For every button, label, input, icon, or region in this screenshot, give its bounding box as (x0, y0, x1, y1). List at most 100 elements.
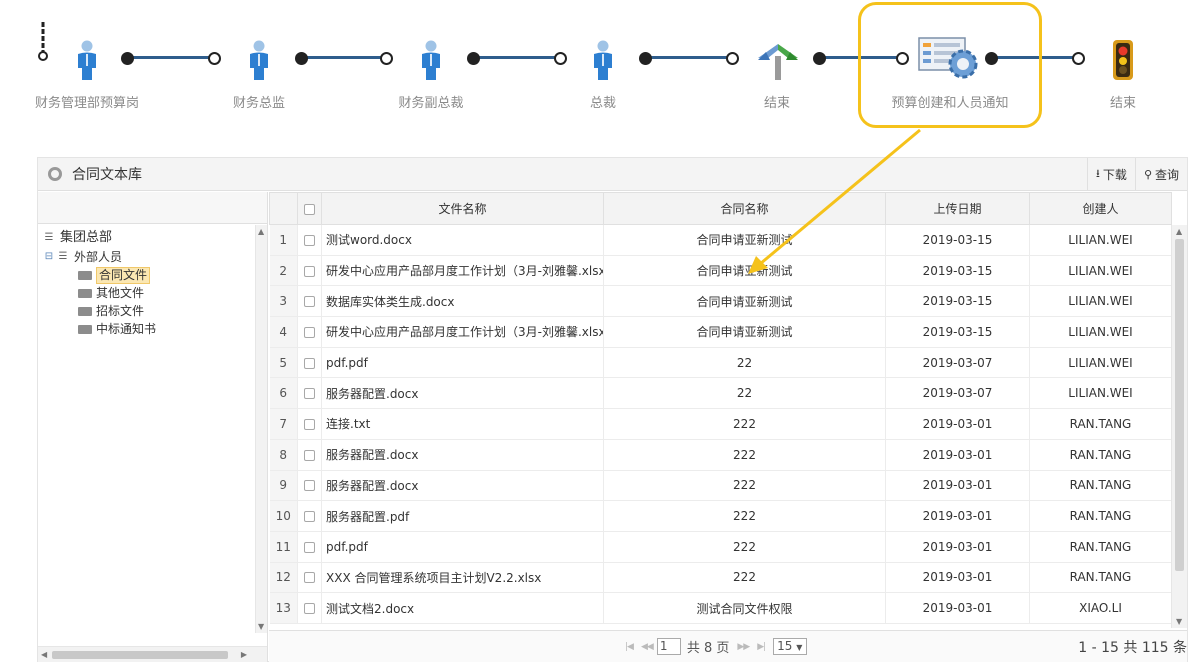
upload-date-cell: 2019-03-15 (885, 224, 1030, 256)
upload-date-cell: 2019-03-01 (885, 531, 1030, 563)
table-row[interactable]: 11 pdf.pdf 222 2019-03-01 RAN.TANG (269, 531, 1172, 563)
file-name-cell[interactable]: 测试word.docx (321, 224, 604, 256)
row-checkbox[interactable] (304, 541, 315, 553)
file-name-cell[interactable]: 服务器配置.pdf (321, 500, 604, 532)
scroll-down-icon[interactable]: ▼ (1176, 617, 1182, 626)
file-name-cell[interactable]: pdf.pdf (321, 347, 604, 379)
table-row[interactable]: 4 研发中心应用产品部月度工作计划（3月-刘雅馨.xlsx 合同申请亚新测试 2019… (269, 316, 1172, 348)
row-checkbox[interactable] (304, 234, 315, 246)
tree-node-label: 集团总部 (60, 230, 113, 245)
workflow-step-end[interactable]: 结束 (1038, 18, 1200, 111)
table-row[interactable]: 1 测试word.docx 合同申请亚新测试 2019-03-15 LILIAN.WEI (269, 224, 1172, 256)
file-name-cell[interactable]: 数据库实体类生成.docx (321, 285, 604, 318)
tree-node-external[interactable]: ⊟ ☰ 外部人员 (42, 248, 267, 266)
query-button[interactable]: ⚲ 查询 (1134, 158, 1187, 190)
row-checkbox[interactable] (304, 357, 315, 369)
row-checkbox[interactable] (304, 449, 315, 461)
creator-cell: LILIAN.WEI (1029, 377, 1172, 410)
file-name-cell[interactable]: XXX 合同管理系统项目主计划V2.2.xlsx (321, 562, 604, 594)
scroll-right-icon[interactable]: ▶ (241, 650, 247, 659)
scroll-thumb[interactable] (1175, 239, 1184, 571)
total-pages-text: 共 8 页 (686, 641, 730, 656)
row-checkbox-cell (297, 408, 322, 440)
tree-vertical-scrollbar[interactable]: ▲ ▼ (255, 225, 267, 633)
file-name-cell[interactable]: 研发中心应用产品部月度工作计划（3月-刘雅馨.xlsx (321, 316, 604, 348)
select-all-checkbox[interactable] (304, 203, 315, 215)
table-row[interactable]: 12 XXX 合同管理系统项目主计划V2.2.xlsx 222 2019-03-01 R… (269, 562, 1172, 594)
row-checkbox-cell (297, 531, 322, 563)
row-checkbox[interactable] (304, 388, 315, 400)
tree-folder-bid-files[interactable]: 招标文件 (42, 302, 267, 320)
tree-folder-contract-files[interactable]: 合同文件 (42, 266, 267, 284)
file-name-cell[interactable]: 服务器配置.docx (321, 439, 604, 471)
last-page-button[interactable]: ▶| (757, 642, 766, 652)
workflow-step-end-branch[interactable]: 结束 (692, 18, 862, 111)
row-number: 9 (269, 470, 298, 502)
file-name-cell[interactable]: 研发中心应用产品部月度工作计划（3月-刘雅馨.xlsx (321, 255, 604, 287)
contract-name-cell: 合同申请亚新测试 (603, 255, 886, 287)
download-button[interactable]: ⭳ 下载 (1087, 158, 1135, 190)
prev-page-button[interactable]: ◀◀ (641, 642, 654, 652)
table-row[interactable]: 5 pdf.pdf 22 2019-03-07 LILIAN.WEI (269, 347, 1172, 379)
row-checkbox-cell (297, 285, 322, 318)
row-checkbox-cell (297, 470, 322, 502)
creator-cell: RAN.TANG (1029, 531, 1172, 563)
scroll-thumb[interactable] (52, 651, 228, 659)
scroll-down-icon[interactable]: ▼ (258, 622, 264, 631)
row-checkbox[interactable] (304, 572, 315, 584)
tree-folder-label: 中标通知书 (96, 322, 157, 336)
workflow-step-finance-vp[interactable]: 财务副总裁 (346, 18, 516, 111)
contract-name-cell: 222 (603, 439, 886, 471)
tree-folder-award-notices[interactable]: 中标通知书 (42, 320, 267, 338)
tree-folder-other-files[interactable]: 其他文件 (42, 284, 267, 302)
workflow-step-budget-post[interactable]: 财务管理部预算岗 (2, 18, 172, 111)
workflow-step-finance-director[interactable]: 财务总监 (174, 18, 344, 111)
row-checkbox[interactable] (304, 511, 315, 523)
grid-vertical-scrollbar[interactable]: ▲ ▼ (1171, 225, 1187, 628)
scroll-up-icon[interactable]: ▲ (258, 227, 264, 236)
scroll-left-icon[interactable]: ◀ (41, 650, 47, 659)
file-name-cell[interactable]: 服务器配置.docx (321, 470, 604, 502)
next-page-button[interactable]: ▶▶ (737, 642, 750, 652)
table-row[interactable]: 10 服务器配置.pdf 222 2019-03-01 RAN.TANG (269, 500, 1172, 532)
first-page-button[interactable]: |◀ (625, 642, 634, 652)
column-header-creator[interactable]: 创建人 (1029, 192, 1172, 225)
file-name-cell[interactable]: 服务器配置.docx (321, 377, 604, 410)
column-header-file-name[interactable]: 文件名称 (321, 192, 604, 225)
row-number: 13 (269, 592, 298, 624)
column-header-upload-date[interactable]: 上传日期 (885, 192, 1030, 225)
row-checkbox[interactable] (304, 603, 315, 615)
row-checkbox[interactable] (304, 265, 315, 277)
workflow-diagram: 财务管理部预算岗 财务总监 财务副总裁 总裁 结束 预算创建和人员通知 结束 (0, 0, 1200, 135)
tree-folder-label: 其他文件 (96, 286, 145, 300)
table-row[interactable]: 7 连接.txt 222 2019-03-01 RAN.TANG (269, 408, 1172, 440)
table-row[interactable]: 3 数据库实体类生成.docx 合同申请亚新测试 2019-03-15 LILIAN.W… (269, 285, 1172, 318)
row-checkbox[interactable] (304, 480, 315, 492)
tree-horizontal-scrollbar[interactable]: ◀ ▶ (38, 646, 267, 662)
table-row[interactable]: 8 服务器配置.docx 222 2019-03-01 RAN.TANG (269, 439, 1172, 471)
row-number: 8 (269, 439, 298, 471)
collapse-icon[interactable]: ⊟ (44, 248, 54, 266)
column-header-contract-name[interactable]: 合同名称 (603, 192, 886, 225)
file-name-cell[interactable]: 连接.txt (321, 408, 604, 440)
traffic-light-icon (1113, 40, 1133, 80)
row-checkbox[interactable] (304, 326, 315, 338)
table-row[interactable]: 6 服务器配置.docx 22 2019-03-07 LILIAN.WEI (269, 377, 1172, 410)
page-number-input[interactable]: 1 (656, 638, 681, 655)
table-row[interactable]: 2 研发中心应用产品部月度工作计划（3月-刘雅馨.xlsx 合同申请亚新测试 2019… (269, 255, 1172, 287)
table-row[interactable]: 13 测试文档2.docx 测试合同文件权限 2019-03-01 XIAO.LI (269, 592, 1172, 624)
upload-date-cell: 2019-03-15 (885, 285, 1030, 318)
record-summary: 1 - 15 共 115 条 (1078, 639, 1187, 656)
file-name-cell[interactable]: 测试文档2.docx (321, 592, 604, 624)
row-number: 2 (269, 255, 298, 287)
row-number: 6 (269, 377, 298, 410)
row-checkbox[interactable] (304, 418, 315, 430)
table-row[interactable]: 9 服务器配置.docx 222 2019-03-01 RAN.TANG (269, 470, 1172, 502)
row-checkbox[interactable] (304, 296, 315, 308)
workflow-step-president[interactable]: 总裁 (518, 18, 688, 111)
file-name-cell[interactable]: pdf.pdf (321, 531, 604, 563)
row-checkbox-cell (297, 500, 322, 532)
scroll-up-icon[interactable]: ▲ (1176, 227, 1182, 236)
page-size-select[interactable]: 15 ▼ (773, 638, 808, 655)
tree-node-root[interactable]: ☰ 集团总部 (42, 228, 267, 248)
